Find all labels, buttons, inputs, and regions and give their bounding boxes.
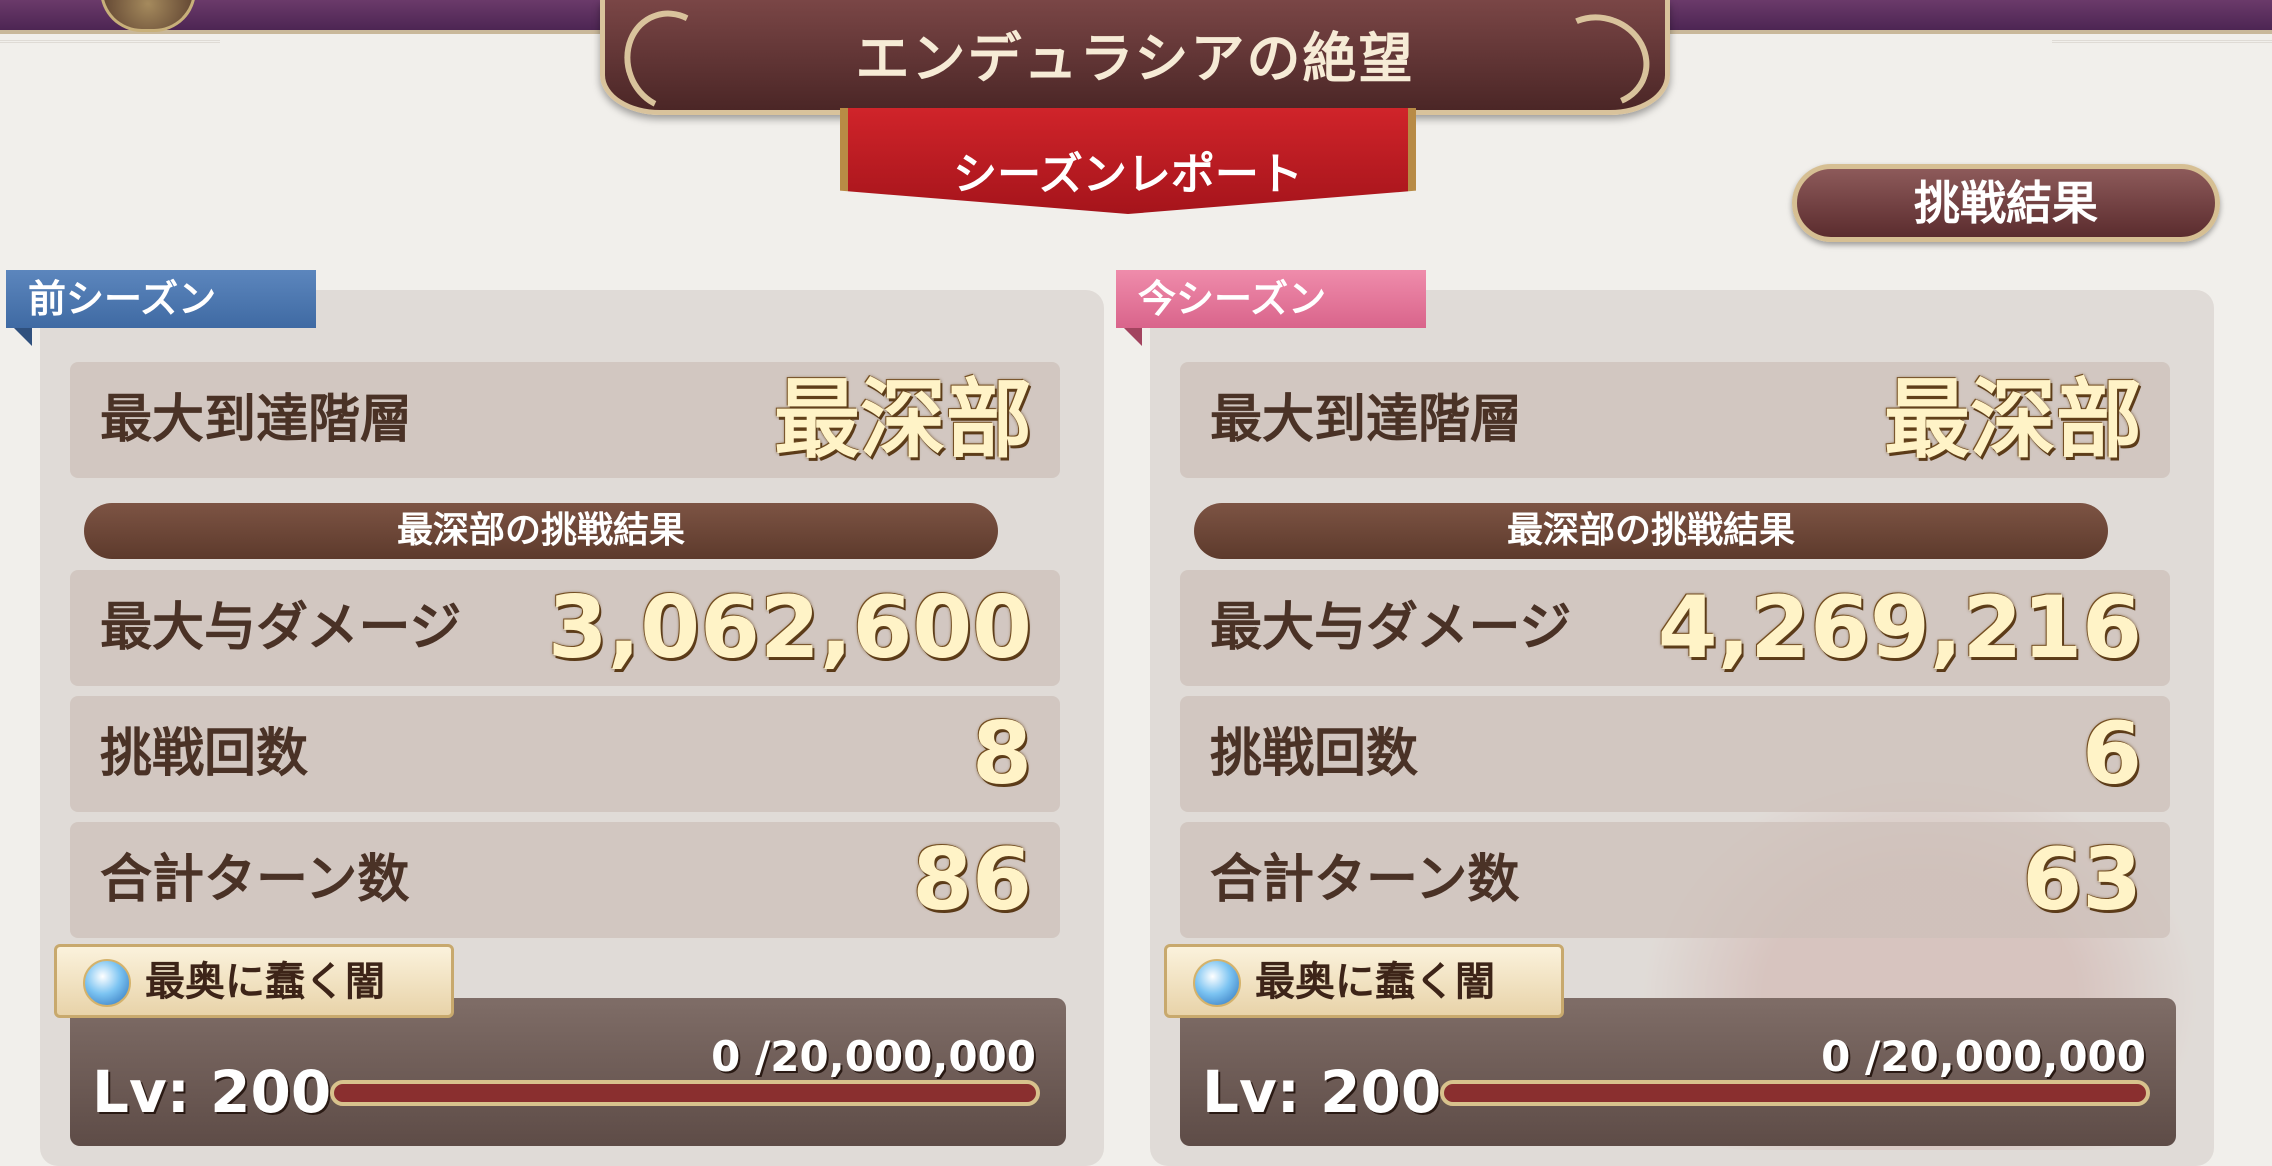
max-damage-row: 最大与ダメージ 4,269,216 <box>1180 570 2170 686</box>
title-plaque: エンデュラシアの絶望 <box>600 0 1670 125</box>
attempts-label: 挑戦回数 <box>1210 724 1419 784</box>
section-header: 最深部の挑戦結果 <box>1194 503 2108 559</box>
page-title: エンデュラシアの絶望 <box>855 27 1415 90</box>
boss-name: 最奥に蠢く闇 <box>145 959 385 1005</box>
page-subtitle: シーズンレポート <box>953 149 1303 200</box>
prev-season-tag: 前シーズン <box>6 270 316 346</box>
max-floor-value: 最深部 <box>774 370 1032 470</box>
attempts-label: 挑戦回数 <box>100 724 309 784</box>
boss-hp-bar <box>1440 1080 2150 1106</box>
attempts-row: 挑戦回数 6 <box>1180 696 2170 812</box>
boss-level: Lv: 200 <box>1202 1058 1442 1126</box>
subtitle-ribbon: シーズンレポート <box>840 108 1416 214</box>
max-floor-row: 最大到達階層 最深部 <box>1180 362 2170 478</box>
corner-ornament <box>0 40 220 163</box>
max-damage-value: 4,269,216 <box>1657 578 2142 678</box>
max-damage-label: 最大与ダメージ <box>100 598 462 658</box>
boss-name-tag: 最奥に蠢く闇 <box>54 944 454 1018</box>
section-header: 最深部の挑戦結果 <box>84 503 998 559</box>
boss-hp-text: 0 /20,000,000 <box>711 1032 1036 1081</box>
boss-hp-text: 0 /20,000,000 <box>1821 1032 2146 1081</box>
attempts-value: 8 <box>972 704 1032 804</box>
boss-card: 最奥に蠢く闇 Lv: 200 0 /20,000,000 <box>54 944 1066 1146</box>
max-floor-label: 最大到達階層 <box>100 390 413 450</box>
prev-season-panel: 最大到達階層 最深部 最深部の挑戦結果 最大与ダメージ 3,062,600 挑戦… <box>40 290 1104 1166</box>
crystal-orb-icon <box>83 959 131 1007</box>
turns-row: 合計ターン数 86 <box>70 822 1060 938</box>
turns-label: 合計ターン数 <box>100 850 410 910</box>
turns-row: 合計ターン数 63 <box>1180 822 2170 938</box>
max-floor-row: 最大到達階層 最深部 <box>70 362 1060 478</box>
cur-season-panel: 最大到達階層 最深部 最深部の挑戦結果 最大与ダメージ 4,269,216 挑戦… <box>1150 290 2214 1166</box>
boss-hp-bar <box>330 1080 1040 1106</box>
max-damage-row: 最大与ダメージ 3,062,600 <box>70 570 1060 686</box>
challenge-result-button[interactable]: 挑戦結果 <box>1792 164 2220 242</box>
turns-label: 合計ターン数 <box>1210 850 1520 910</box>
max-floor-label: 最大到達階層 <box>1210 390 1523 450</box>
boss-card: 最奥に蠢く闇 Lv: 200 0 /20,000,000 <box>1164 944 2176 1146</box>
boss-level: Lv: 200 <box>92 1058 332 1126</box>
max-damage-value: 3,062,600 <box>547 578 1032 678</box>
max-floor-value: 最深部 <box>1884 370 2142 470</box>
attempts-row: 挑戦回数 8 <box>70 696 1060 812</box>
boss-name-tag: 最奥に蠢く闇 <box>1164 944 1564 1018</box>
turns-value: 63 <box>2022 830 2142 930</box>
turns-value: 86 <box>912 830 1032 930</box>
cur-season-tag: 今シーズン <box>1116 270 1426 346</box>
corner-ornament <box>2052 40 2272 163</box>
boss-name: 最奥に蠢く闇 <box>1255 959 1495 1005</box>
max-damage-label: 最大与ダメージ <box>1210 598 1572 658</box>
attempts-value: 6 <box>2082 704 2142 804</box>
menu-orb-icon[interactable] <box>100 0 196 32</box>
crystal-orb-icon <box>1193 959 1241 1007</box>
